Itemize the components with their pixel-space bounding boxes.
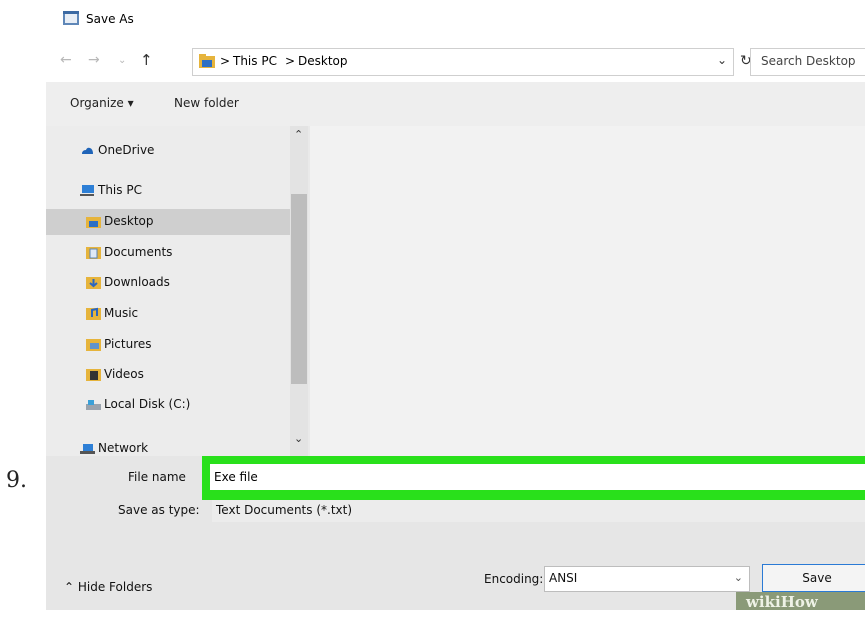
highlight-box [202,456,865,500]
arrow-right-icon[interactable]: → [88,52,100,68]
navigation-pane: OneDrive This PC Desktop Documents Downl… [46,126,308,456]
encoding-value: ANSI [549,571,578,585]
title-bar: Save As [46,0,865,42]
computer-icon [80,185,94,196]
chevron-down-icon[interactable]: ⌄ [717,53,727,67]
chevron-down-icon[interactable]: ⌄ [118,55,126,66]
wikihow-watermark: wikiHow [746,593,818,610]
pictures-icon [86,339,101,351]
organize-button[interactable]: Organize ▾ [70,96,134,110]
chevron-down-icon[interactable]: ⌄ [294,432,303,445]
watermark-band: wikiHow [736,592,865,610]
encoding-label: Encoding: [484,572,544,586]
save-as-type-value: Text Documents (*.txt) [216,503,353,517]
save-as-type-select[interactable]: Text Documents (*.txt) [212,500,865,522]
sidebar-item-label: OneDrive [98,143,155,157]
file-list-pane[interactable] [310,126,865,456]
hide-folders-button[interactable]: ⌃ Hide Folders [64,580,152,594]
sidebar-item-pictures[interactable]: Pictures [46,332,290,358]
desktop-folder-icon [199,54,215,68]
save-button[interactable]: Save [762,564,865,592]
chevron-up-icon: ⌃ [64,580,78,594]
window-title: Save As [86,12,134,26]
disk-icon [86,400,101,410]
sidebar-item-videos[interactable]: Videos [46,362,290,388]
arrow-up-icon[interactable]: ↑ [140,51,153,69]
step-number: 9. [6,468,27,493]
network-icon [80,444,95,454]
new-folder-button[interactable]: New folder [174,96,239,110]
search-placeholder: Search Desktop [761,54,856,68]
sidebar-item-downloads[interactable]: Downloads [46,270,290,296]
sidebar-item-desktop[interactable]: Desktop [46,209,290,235]
address-bar[interactable]: > This PC > Desktop ⌄ [192,48,734,76]
breadcrumb-this-pc[interactable]: This PC [233,54,277,68]
sidebar-item-label: Music [104,306,139,320]
sidebar-item-label: Network [98,441,149,455]
chevron-down-icon: ⌄ [733,571,743,584]
sidebar-item-label: Local Disk (C:) [104,397,191,411]
sidebar-item-label: This PC [98,183,142,197]
notepad-icon [63,11,79,25]
sidebar-item-music[interactable]: Music [46,301,290,327]
sidebar-item-this-pc[interactable]: This PC [46,178,290,204]
sidebar-item-label: Downloads [104,275,170,289]
sidebar-item-label: Videos [104,367,144,381]
arrow-left-icon[interactable]: ← [60,52,72,68]
sidebar-item-label: Pictures [104,337,152,351]
videos-icon [86,369,101,381]
desktop-folder-icon [86,217,101,228]
breadcrumb-separator: > [285,54,296,68]
downloads-icon [86,277,101,289]
file-name-input[interactable] [210,464,865,490]
save-as-type-label: Save as type: [118,503,200,517]
save-options-panel: File name Save as type: Text Documents (… [46,456,865,610]
music-icon [86,307,101,320]
documents-icon [86,247,101,259]
scrollbar-thumb[interactable] [291,194,307,384]
file-name-label: File name [128,470,186,484]
hide-folders-label: Hide Folders [77,580,153,594]
command-bar: Organize ▾ New folder [46,82,865,126]
sidebar-item-label: Documents [104,245,173,259]
address-row: ← → ⌄ ↑ > This PC > Desktop ⌄ ↻ Search D… [46,42,865,82]
save-as-dialog: Save As ← → ⌄ ↑ > This PC > Desktop ⌄ ↻ … [46,0,865,610]
breadcrumb-desktop[interactable]: Desktop [298,54,348,68]
breadcrumb-separator: > [220,54,231,68]
encoding-select[interactable]: ANSI ⌄ [544,566,750,592]
sidebar-item-label: Desktop [104,214,154,228]
search-input[interactable]: Search Desktop [750,48,865,76]
sidebar-item-onedrive[interactable]: OneDrive [46,138,290,164]
sidebar-item-local-disk[interactable]: Local Disk (C:) [46,392,290,418]
cloud-icon [82,147,93,154]
nav-scrollbar[interactable]: ⌃ ⌄ [290,126,308,456]
sidebar-item-documents[interactable]: Documents [46,240,290,266]
chevron-up-icon[interactable]: ⌃ [294,128,303,141]
